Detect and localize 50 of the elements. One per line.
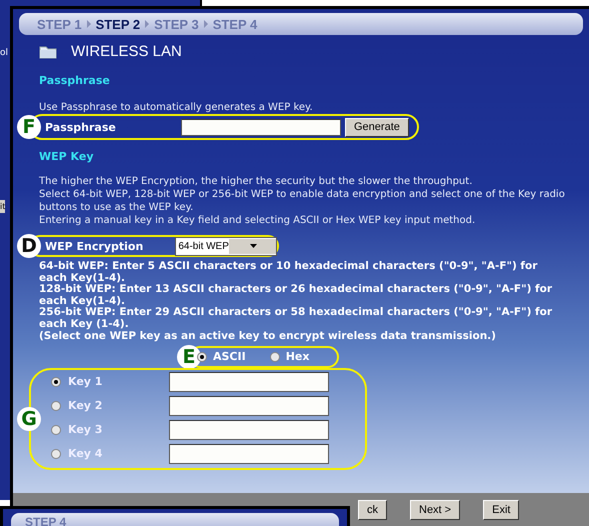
note-text: (Select one WEP key as an active key to encrypt wireless data transmission.) [39, 330, 497, 342]
step-label: STEP 4 [25, 515, 66, 526]
key-label: Key 4 [68, 447, 102, 460]
key-label: Key 3 [68, 423, 102, 436]
wizard-button[interactable]: Next > [410, 500, 460, 520]
step-label: STEP 1 [37, 16, 82, 32]
step-arrow-icon [86, 20, 91, 28]
section-heading: Passphrase [39, 74, 111, 87]
key-label: Key 1 [68, 375, 102, 388]
folder-icon [39, 44, 57, 58]
key-field[interactable] [169, 444, 329, 464]
section-heading: WEP Key [39, 150, 95, 163]
radio-button[interactable] [51, 376, 61, 387]
step-label: STEP 3 [154, 16, 199, 32]
radio-button[interactable] [197, 352, 207, 362]
step-label: STEP 4 [212, 16, 258, 32]
step-arrow-icon [145, 20, 150, 28]
step-arrow-icon [204, 20, 208, 28]
step-label: STEP 2 [96, 16, 140, 32]
radio-button[interactable] [51, 400, 61, 411]
key-field[interactable] [169, 372, 329, 392]
caret-icon [250, 244, 257, 248]
wizard-button[interactable]: ck [358, 500, 387, 520]
description-text: Use Passphrase to automatically generates a WEP key. [39, 101, 314, 114]
note-text: 128-bit WEP: Enter 13 ASCII characters or 26 hexadecimal characters ("0-9", "A-F") for each Key(1-4). [39, 284, 553, 307]
callout-badge: G [17, 406, 41, 431]
key-field[interactable] [169, 420, 329, 440]
wizard-button[interactable]: Exit [483, 500, 520, 520]
field-label: WEP Encryption [44, 240, 144, 252]
key-label: Key 2 [68, 399, 102, 412]
generate-button[interactable]: Generate [345, 118, 409, 136]
radio-label: ASCII [213, 350, 246, 364]
encryption-dropdown[interactable]: 64-bit WEP [175, 236, 277, 256]
callout-badge: D [17, 234, 41, 258]
description-text: Select 64-bit WEP, 128-bit WEP or 256-bit WEP to enable data encryption and select one of the Key radio buttons to use as the WEP key. [39, 188, 566, 214]
note-text: 64-bit WEP: Enter 5 ASCII characters or 10 hexadecimal characters ("0-9", "A-F") for each Key(1-4). [39, 261, 538, 284]
passphrase-field[interactable] [181, 118, 341, 136]
radio-button[interactable] [51, 424, 61, 435]
page-title: WIRELESS LAN [71, 43, 182, 60]
callout-badge: F [17, 115, 41, 139]
description-text: Entering a manual key in a Key field and selecting ASCII or Hex WEP key input method. [39, 214, 476, 227]
radio-button[interactable] [51, 448, 61, 459]
field-label: Passphrase [44, 120, 117, 134]
callout-badge: E [177, 344, 201, 369]
radio-button[interactable] [270, 352, 280, 362]
description-text: The higher the WEP Encryption, the higher the security but the slower the throughput. [39, 175, 474, 188]
key-field[interactable] [169, 396, 329, 416]
note-text: 256-bit WEP: Enter 29 ASCII characters or 58 hexadecimal characters ("0-9", "A-F") for each Key (1-4). [39, 307, 553, 331]
radio-label: Hex [286, 350, 310, 364]
label-fragment: ol [0, 48, 8, 58]
